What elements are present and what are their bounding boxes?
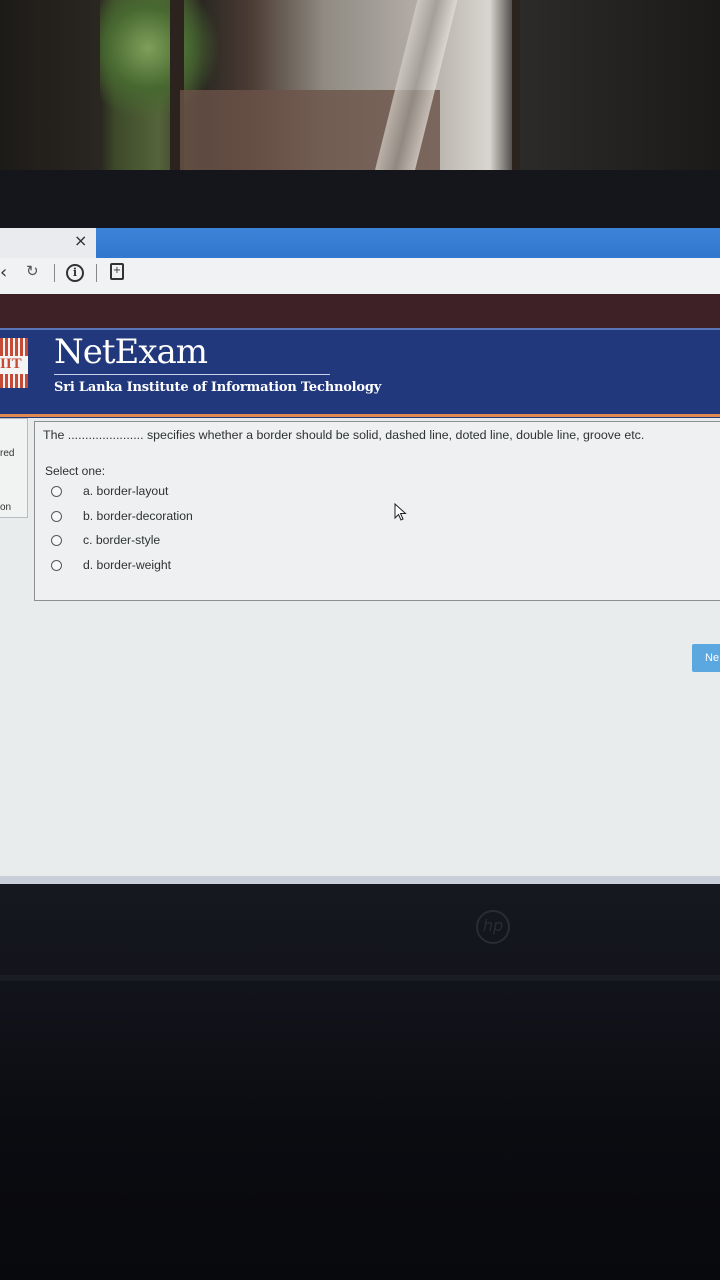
sliit-logo[interactable]: IIT bbox=[0, 338, 28, 388]
question-label-text: on bbox=[0, 502, 12, 513]
radio-button[interactable] bbox=[51, 511, 62, 522]
hp-logo-icon: hp bbox=[476, 910, 510, 944]
toolbar-divider bbox=[54, 264, 55, 282]
next-page-button[interactable]: Ne bbox=[692, 644, 720, 672]
laptop-top-bezel bbox=[0, 170, 720, 232]
close-tab-icon[interactable]: × bbox=[74, 231, 87, 250]
laptop-hinge bbox=[0, 975, 720, 981]
radio-button[interactable] bbox=[51, 535, 62, 546]
page-top-band bbox=[0, 294, 720, 328]
site-header: IIT NetExam Sri Lanka Institute of Infor… bbox=[0, 328, 720, 418]
site-info-icon[interactable]: i bbox=[66, 264, 84, 282]
select-one-prompt: Select one: bbox=[45, 464, 106, 478]
background-photo bbox=[0, 0, 720, 180]
mouse-cursor-icon bbox=[394, 503, 407, 521]
toolbar-divider bbox=[96, 264, 97, 282]
laptop-screen: × ‹ ↻ i + IIT NetExam Sri Lanka Institut… bbox=[0, 228, 720, 890]
brand-title[interactable]: NetExam bbox=[54, 332, 208, 372]
logo-bottom-stripes bbox=[0, 374, 28, 388]
reload-icon[interactable]: ↻ bbox=[26, 262, 39, 280]
header-accent-rule bbox=[0, 414, 720, 417]
question-box: The ...................... specifies whe… bbox=[34, 421, 720, 601]
question-status-text: red bbox=[0, 448, 15, 459]
page-icon[interactable]: + bbox=[110, 263, 124, 280]
option-label[interactable]: a. border-layout bbox=[83, 484, 168, 498]
back-icon[interactable]: ‹ bbox=[0, 262, 7, 283]
brand-underline bbox=[54, 374, 330, 375]
radio-button[interactable] bbox=[51, 560, 62, 571]
option-label[interactable]: b. border-decoration bbox=[83, 509, 193, 523]
option-label[interactable]: c. border-style bbox=[83, 533, 160, 547]
logo-text: IIT bbox=[0, 356, 22, 372]
question-text: The ...................... specifies whe… bbox=[43, 428, 645, 442]
browser-tab[interactable]: × bbox=[0, 228, 96, 258]
radio-button[interactable] bbox=[51, 486, 62, 497]
option-label[interactable]: d. border-weight bbox=[83, 558, 171, 572]
laptop-bottom-bezel bbox=[0, 884, 720, 1280]
logo-top-stripes bbox=[0, 338, 28, 356]
brand-tagline: Sri Lanka Institute of Information Techn… bbox=[54, 380, 382, 395]
